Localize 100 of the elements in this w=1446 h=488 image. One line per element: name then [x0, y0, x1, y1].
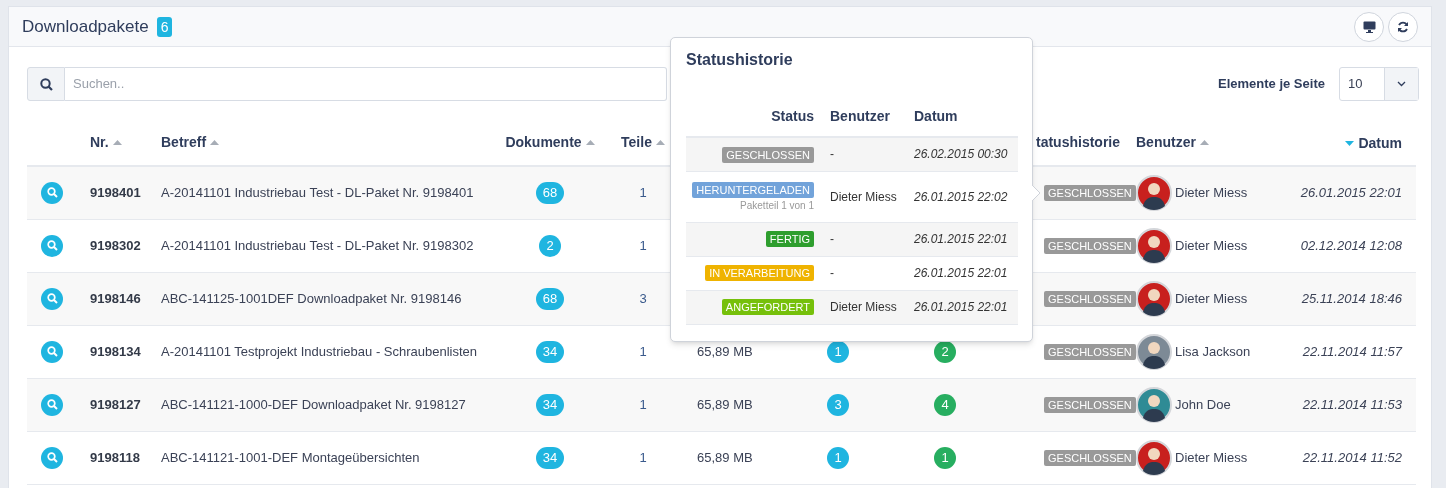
- count-badge: 1: [827, 340, 849, 363]
- count-badge: 34: [535, 393, 565, 416]
- search-icon: [46, 293, 58, 304]
- table-cell: 1: [639, 185, 647, 200]
- count-badge: 6: [156, 16, 173, 37]
- column-header[interactable]: tatushistorie: [1036, 132, 1120, 153]
- column-header: Datum: [914, 108, 958, 124]
- status-label: GESCHLOSSEN: [1044, 343, 1136, 360]
- table-cell: A-20141101 Industriebau Test - DL-Paket Nr. 9198401: [161, 185, 474, 200]
- table-cell: 9198146: [90, 290, 141, 306]
- status-label: HERUNTERGELADEN: [692, 181, 814, 198]
- view-button[interactable]: [41, 446, 63, 469]
- count-badge: 34: [535, 446, 565, 469]
- view-button[interactable]: [41, 287, 63, 310]
- table-cell: 22.11.2014 11:57: [1302, 343, 1402, 359]
- table-cell: 9198134: [90, 343, 141, 359]
- table-cell: ABC-141125-1001DEF Downloadpaket Nr. 9198146: [161, 290, 462, 306]
- page-size-select[interactable]: 10: [1338, 67, 1419, 101]
- user-name: Dieter Miess: [1175, 236, 1248, 255]
- table-cell: 22.11.2014 11:53: [1302, 396, 1402, 412]
- table-cell: 02.12.2014 12:08: [1300, 237, 1402, 253]
- panel-title: Downloadpakete: [22, 15, 149, 38]
- status-label: IN VERARBEITUNG: [705, 265, 814, 282]
- table-cell: 9198118: [90, 449, 140, 465]
- table-cell: 65,89 MB: [697, 396, 753, 412]
- status-label: GESCHLOSSEN: [1044, 237, 1136, 254]
- column-header[interactable]: Nr.: [90, 132, 109, 153]
- count-badge: 68: [535, 181, 565, 204]
- table-cell: 25.11.2014 18:46: [1301, 290, 1402, 306]
- refresh-icon: [1397, 20, 1409, 33]
- popover-title: Statushistorie: [686, 50, 793, 70]
- table-cell: 1: [639, 396, 647, 412]
- page-size-label: Elemente je Seite: [1218, 75, 1325, 94]
- count-badge: 2: [539, 234, 561, 257]
- table-cell: 9198127: [90, 396, 141, 412]
- status-label: GESCHLOSSEN: [1044, 449, 1136, 466]
- table-cell: Dieter Miess: [830, 300, 897, 314]
- refresh-button[interactable]: [1388, 11, 1418, 42]
- table-cell: 26.01.2015 22:01: [914, 266, 1008, 280]
- view-button[interactable]: [41, 234, 63, 257]
- status-label: ANGEFORDERT: [721, 299, 814, 316]
- count-badge: 34: [535, 340, 565, 363]
- count-badge: 4: [934, 393, 956, 416]
- search-icon: [46, 187, 58, 199]
- user-name: Dieter Miess: [1175, 184, 1248, 202]
- status-label: GESCHLOSSEN: [1044, 290, 1136, 307]
- column-header[interactable]: Benutzer: [1136, 132, 1196, 153]
- table-cell: -: [830, 147, 834, 162]
- search-icon: [46, 346, 58, 357]
- table-cell: ABC-141121-1001-DEF Montageübersichten: [161, 449, 420, 465]
- table-cell: 9198401: [90, 185, 141, 200]
- status-label: GESCHLOSSEN: [1044, 396, 1136, 413]
- search-field[interactable]: Suchen..: [65, 67, 667, 101]
- user-name: Dieter Miess: [1175, 448, 1248, 467]
- search-icon: [46, 452, 58, 463]
- search-icon: [46, 399, 58, 410]
- count-badge: 3: [827, 393, 849, 416]
- table-cell: A-20141101 Industriebau Test - DL-Paket Nr. 9198302: [161, 237, 474, 253]
- status-label: GESCHLOSSEN: [1044, 185, 1136, 201]
- table-cell: 26.01.2015 22:01: [1300, 185, 1402, 200]
- table-cell: ABC-141121-1000-DEF Downloadpaket Nr. 9198127: [161, 396, 466, 412]
- table-cell: 26.01.2015 22:01: [914, 232, 1008, 246]
- count-badge: 68: [535, 287, 565, 310]
- status-note: Paketteil 1 von 1: [739, 199, 814, 214]
- table-cell: -: [830, 266, 834, 280]
- column-header[interactable]: Teile: [621, 132, 652, 153]
- table-cell: 65,89 MB: [697, 449, 753, 465]
- table-cell: 22.11.2014 11:52: [1302, 449, 1402, 465]
- search-icon: [46, 240, 58, 251]
- monitor-icon: [1362, 20, 1376, 33]
- table-cell: 9198302: [90, 237, 141, 253]
- view-button[interactable]: [41, 393, 63, 416]
- table-cell: 3: [639, 290, 647, 306]
- count-badge: 1: [934, 446, 956, 469]
- view-button[interactable]: [41, 340, 63, 363]
- table-cell: 1: [639, 449, 647, 465]
- column-header[interactable]: Dokumente: [505, 132, 582, 153]
- view-button[interactable]: [41, 181, 63, 204]
- table-cell: Dieter Miess: [830, 189, 897, 204]
- search-icon: [39, 77, 53, 91]
- table-cell: 26.01.2015 22:01: [914, 300, 1008, 314]
- table-cell: 65,89 MB: [697, 343, 753, 359]
- table-cell: -: [830, 232, 834, 246]
- table-cell: 1: [639, 237, 647, 253]
- column-header: Benutzer: [830, 108, 890, 124]
- display-button[interactable]: [1354, 11, 1384, 42]
- table-cell: 26.01.2015 22:02: [914, 189, 1008, 204]
- count-badge: 1: [827, 446, 849, 469]
- status-label: FERTIG: [765, 231, 814, 248]
- user-name: Lisa Jackson: [1175, 342, 1251, 361]
- user-name: John Doe: [1175, 395, 1231, 414]
- table-cell: 1: [639, 343, 647, 359]
- user-name: Dieter Miess: [1175, 289, 1248, 308]
- count-badge: 2: [934, 340, 956, 363]
- column-header[interactable]: Datum: [1358, 133, 1402, 154]
- table-cell: 26.02.2015 00:30: [914, 147, 1008, 162]
- column-header[interactable]: Betreff: [161, 132, 207, 153]
- column-header: Status: [771, 108, 814, 124]
- table-cell: A-20141101 Testprojekt Industriebau - Schraubenlisten: [161, 343, 478, 359]
- status-label: GESCHLOSSEN: [722, 146, 814, 163]
